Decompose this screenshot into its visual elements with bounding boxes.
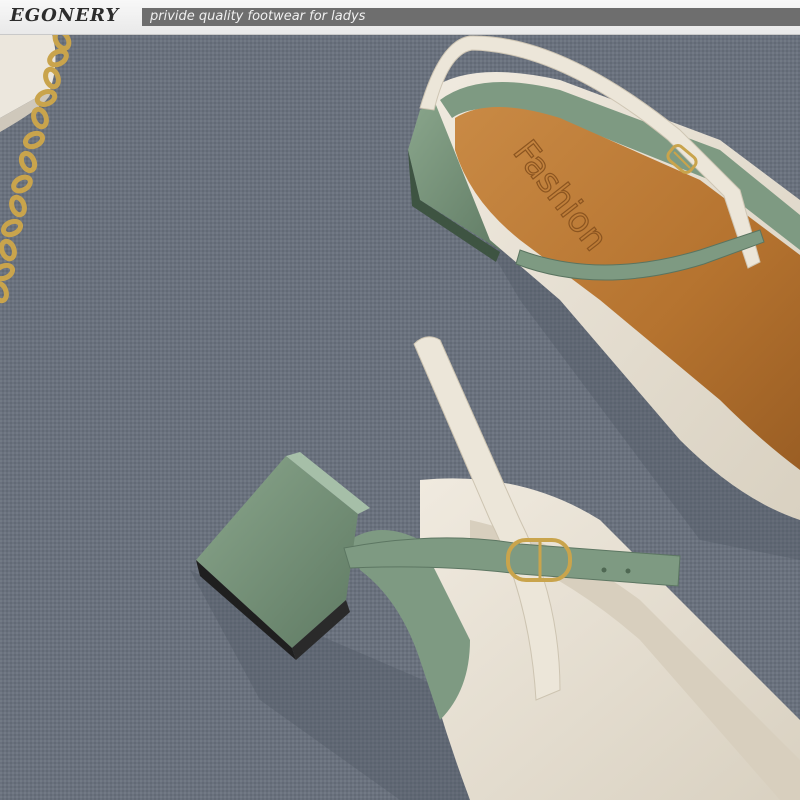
photo-scene: Fashion (0, 0, 800, 800)
product-photo: Fashion EGONERY privide quality footwear… (0, 0, 800, 800)
tagline-box: privide quality footwear for ladys (142, 8, 800, 26)
brand-banner: EGONERY privide quality footwear for lad… (0, 0, 800, 35)
brand-name: EGONERY (10, 5, 120, 26)
tagline: privide quality footwear for ladys (150, 9, 366, 24)
